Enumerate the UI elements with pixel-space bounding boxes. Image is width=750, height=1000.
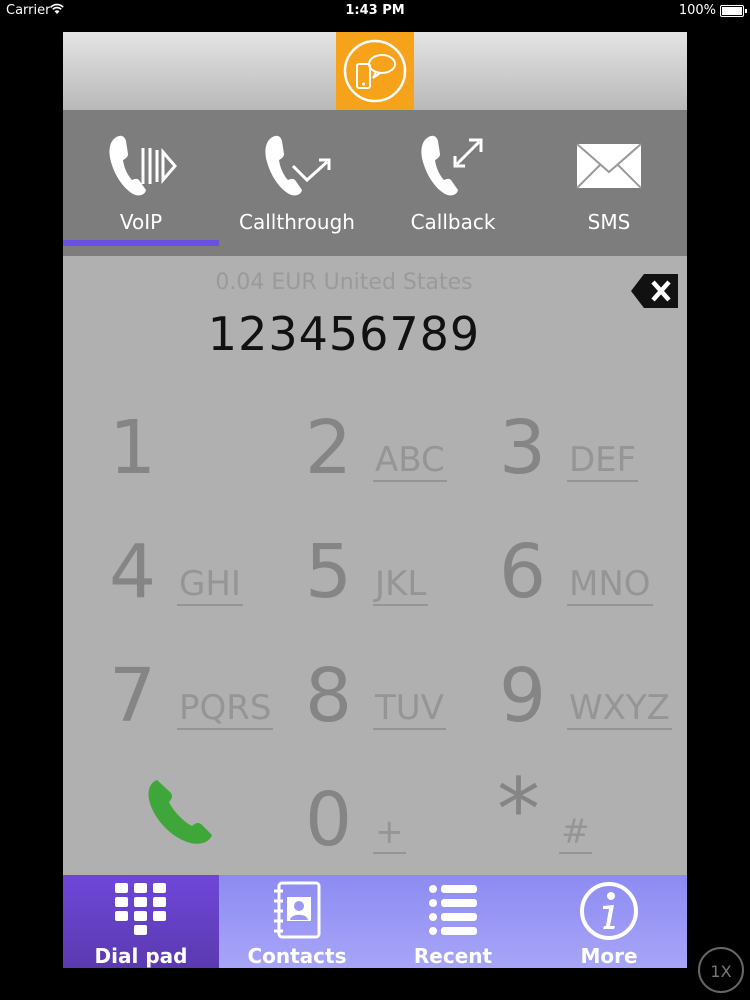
tab-contacts[interactable]: Contacts <box>219 875 375 968</box>
tab-contacts-label: Contacts <box>247 944 347 968</box>
mode-sms-label: SMS <box>587 210 631 234</box>
battery-icon <box>720 5 747 17</box>
tab-recent[interactable]: Recent <box>375 875 531 968</box>
key-letters: DEF <box>567 440 639 482</box>
contacts-book-icon <box>274 881 321 939</box>
zoom-1x-button[interactable]: 1X <box>698 947 744 993</box>
key-letters: WXYZ <box>567 688 672 730</box>
header-bar <box>63 32 687 110</box>
key-letters: MNO <box>567 564 653 606</box>
callthrough-phone-icon <box>265 135 331 196</box>
key-7[interactable]: 7 PQRS <box>65 648 274 760</box>
key-digit: 9 <box>499 653 547 739</box>
key-letters: + <box>373 812 406 854</box>
tab-dial-pad-label: Dial pad <box>94 944 188 968</box>
key-star[interactable]: * # <box>455 764 645 884</box>
key-digit: 0 <box>305 777 353 863</box>
mode-callthrough[interactable]: Callthrough <box>219 110 375 256</box>
dialer-app: VoIP Callthrough Callback SMS 0.04 EUR U… <box>63 32 687 968</box>
call-rate: 0.04 EUR United States <box>215 270 473 295</box>
mode-voip[interactable]: VoIP <box>63 110 219 256</box>
call-button-icon[interactable] <box>143 774 219 850</box>
mode-callback-label: Callback <box>410 210 496 234</box>
mode-voip-label: VoIP <box>119 210 163 234</box>
key-letters: GHI <box>177 564 243 606</box>
key-2[interactable]: 2 ABC <box>261 400 451 512</box>
status-time: 1:43 PM <box>345 3 405 18</box>
mode-callthrough-label: Callthrough <box>239 210 355 234</box>
key-letters: # <box>559 812 592 854</box>
dialpad-icon <box>115 883 166 935</box>
mode-sms[interactable]: SMS <box>531 110 687 256</box>
dialed-number[interactable]: 123456789 <box>63 307 625 361</box>
key-digit: 3 <box>499 405 547 491</box>
voip-phone-icon <box>109 135 177 196</box>
tab-more-label: More <box>580 944 638 968</box>
key-digit: 1 <box>109 405 157 491</box>
key-digit: 4 <box>109 529 157 615</box>
key-digit: 8 <box>305 653 353 739</box>
tab-dial-pad[interactable]: Dial pad <box>63 875 219 968</box>
backspace-icon[interactable] <box>630 272 680 310</box>
key-digit: * <box>497 760 540 860</box>
envelope-icon <box>576 143 642 189</box>
mode-callback[interactable]: Callback <box>375 110 531 256</box>
key-9[interactable]: 9 WXYZ <box>455 648 672 760</box>
battery-percent: 100% <box>678 3 716 18</box>
app-logo[interactable] <box>336 32 414 110</box>
callback-phone-icon <box>421 135 483 196</box>
info-icon <box>580 882 638 940</box>
key-5[interactable]: 5 JKL <box>261 524 451 636</box>
call-mode-bar: VoIP Callthrough Callback SMS <box>63 110 687 256</box>
tab-recent-label: Recent <box>413 944 493 968</box>
list-icon <box>429 885 477 935</box>
key-digit: 7 <box>109 653 157 739</box>
key-1[interactable]: 1 <box>65 400 255 512</box>
key-digit: 6 <box>499 529 547 615</box>
key-letters: ABC <box>373 440 447 482</box>
selected-mode-indicator <box>63 240 219 246</box>
key-3[interactable]: 3 DEF <box>455 400 645 512</box>
key-6[interactable]: 6 MNO <box>455 524 653 636</box>
phone-chat-logo-icon <box>343 39 407 103</box>
key-4[interactable]: 4 GHI <box>65 524 255 636</box>
bottom-tab-bar: Dial pad Contacts Recent More <box>63 875 687 968</box>
key-letters: TUV <box>373 688 446 730</box>
key-digit: 2 <box>305 405 353 491</box>
status-bar: Carrier 1:43 PM 100% <box>0 0 750 22</box>
tab-more[interactable]: More <box>531 875 687 968</box>
key-0[interactable]: 0 + <box>261 772 451 884</box>
key-letters: PQRS <box>177 688 274 730</box>
key-8[interactable]: 8 TUV <box>261 648 451 760</box>
key-letters: JKL <box>373 564 429 606</box>
key-digit: 5 <box>305 529 353 615</box>
